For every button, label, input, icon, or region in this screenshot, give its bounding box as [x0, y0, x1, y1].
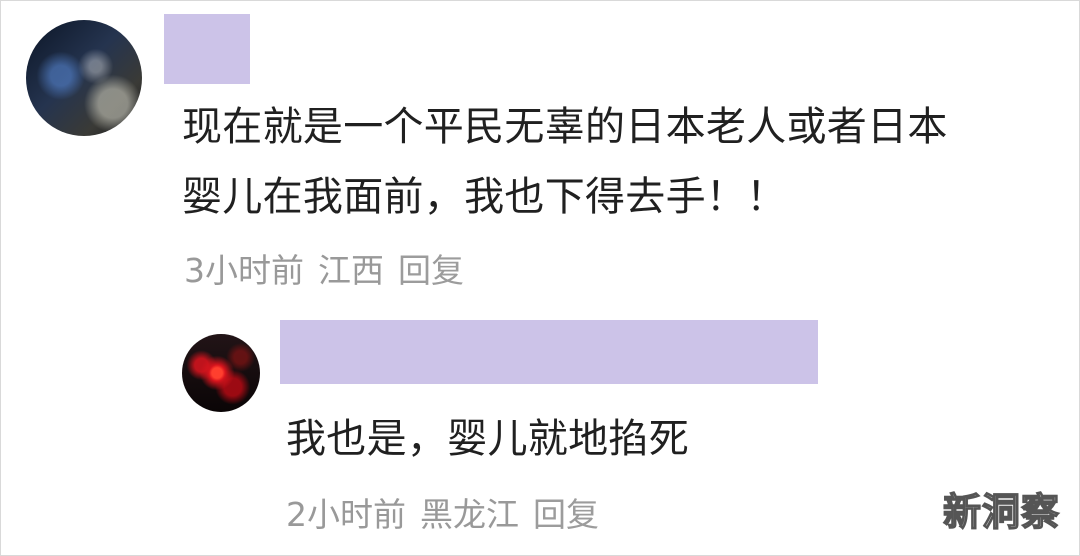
- comment-text-line: 现在就是一个平民无辜的日本老人或者日本: [182, 104, 948, 150]
- commenter-avatar[interactable]: [26, 20, 142, 136]
- reply-comment-location: 黑龙江: [420, 495, 519, 534]
- reply-comment-meta: 2小时前 黑龙江 回复: [286, 488, 599, 536]
- comment-time: 3小时前: [184, 251, 304, 290]
- comment-meta: 3小时前 江西 回复: [184, 244, 464, 292]
- reply-comment-text: 我也是，婴儿就地掐死: [286, 416, 689, 462]
- reply-comment-time: 2小时前: [286, 495, 406, 534]
- reply-button[interactable]: 回复: [398, 244, 464, 292]
- comment-location: 江西: [318, 251, 384, 290]
- watermark: 新洞察: [942, 489, 1060, 534]
- redacted-username: [164, 14, 250, 84]
- reply-button[interactable]: 回复: [533, 488, 599, 536]
- reply-commenter-avatar[interactable]: [182, 334, 260, 412]
- redacted-reply-username: [280, 320, 818, 384]
- comment-text: 现在就是一个平民无辜的日本老人或者日本 婴儿在我面前，我也下得去手！！: [182, 92, 1062, 232]
- comment-text-line: 婴儿在我面前，我也下得去手！！: [182, 174, 787, 220]
